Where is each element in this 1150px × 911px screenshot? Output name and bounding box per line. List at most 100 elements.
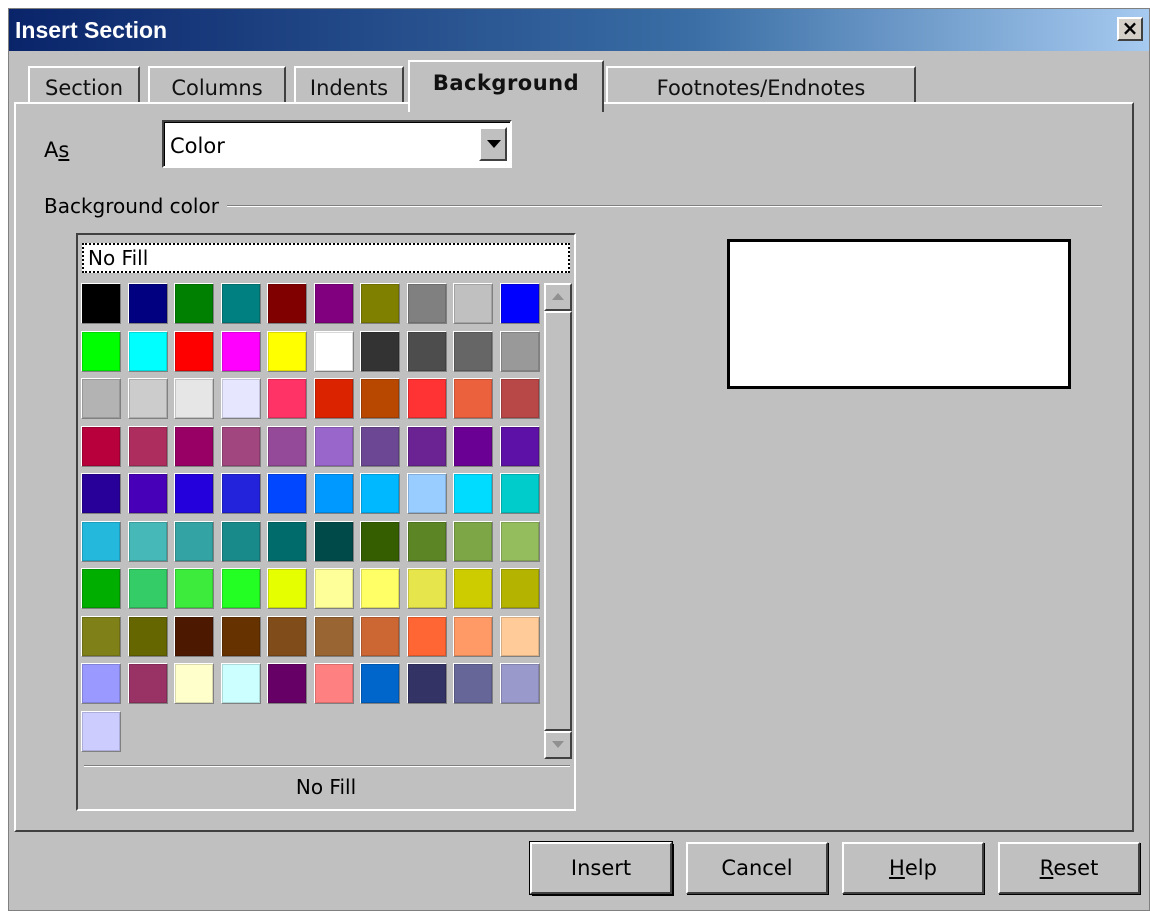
no-fill-option[interactable]: No Fill xyxy=(82,243,570,273)
color-swatch[interactable] xyxy=(497,613,544,661)
color-swatch[interactable] xyxy=(78,613,125,661)
color-swatch[interactable] xyxy=(171,328,218,376)
color-swatch[interactable] xyxy=(264,328,311,376)
color-swatch[interactable] xyxy=(171,375,218,423)
color-swatch[interactable] xyxy=(497,423,544,471)
color-swatch[interactable] xyxy=(264,280,311,328)
color-swatch[interactable] xyxy=(404,423,451,471)
color-swatch[interactable] xyxy=(171,565,218,613)
color-swatch[interactable] xyxy=(125,565,172,613)
color-swatch[interactable] xyxy=(264,660,311,708)
color-swatch[interactable] xyxy=(78,565,125,613)
color-swatch[interactable] xyxy=(404,280,451,328)
color-swatch[interactable] xyxy=(450,423,497,471)
color-swatch[interactable] xyxy=(218,660,265,708)
color-swatch[interactable] xyxy=(450,470,497,518)
color-swatch[interactable] xyxy=(78,423,125,471)
color-swatch[interactable] xyxy=(404,518,451,566)
color-swatch[interactable] xyxy=(450,660,497,708)
color-swatch[interactable] xyxy=(311,423,358,471)
help-button[interactable]: Help xyxy=(842,842,984,894)
color-swatch[interactable] xyxy=(264,565,311,613)
close-icon[interactable]: × xyxy=(1117,17,1143,41)
color-swatch[interactable] xyxy=(311,375,358,423)
color-swatch[interactable] xyxy=(125,660,172,708)
color-swatch[interactable] xyxy=(497,328,544,376)
color-swatch[interactable] xyxy=(125,375,172,423)
color-swatch[interactable] xyxy=(311,613,358,661)
color-swatch[interactable] xyxy=(357,565,404,613)
color-swatch[interactable] xyxy=(404,328,451,376)
color-swatch[interactable] xyxy=(78,375,125,423)
color-swatch[interactable] xyxy=(218,280,265,328)
color-swatch[interactable] xyxy=(125,613,172,661)
color-swatch[interactable] xyxy=(218,565,265,613)
cancel-button[interactable]: Cancel xyxy=(686,842,828,894)
color-swatch[interactable] xyxy=(311,518,358,566)
palette-scrollbar[interactable] xyxy=(544,283,572,759)
color-swatch[interactable] xyxy=(218,613,265,661)
color-swatch[interactable] xyxy=(125,280,172,328)
color-swatch[interactable] xyxy=(171,613,218,661)
color-swatch[interactable] xyxy=(311,328,358,376)
color-swatch[interactable] xyxy=(171,470,218,518)
color-swatch[interactable] xyxy=(264,518,311,566)
insert-button[interactable]: Insert xyxy=(530,842,672,894)
color-swatch[interactable] xyxy=(125,470,172,518)
color-swatch[interactable] xyxy=(357,660,404,708)
color-swatch[interactable] xyxy=(357,423,404,471)
color-swatch[interactable] xyxy=(404,613,451,661)
color-swatch[interactable] xyxy=(404,565,451,613)
reset-button[interactable]: Reset xyxy=(998,842,1140,894)
color-swatch[interactable] xyxy=(78,518,125,566)
color-swatch[interactable] xyxy=(450,280,497,328)
as-select[interactable]: Color xyxy=(162,120,512,168)
color-swatch[interactable] xyxy=(497,280,544,328)
color-swatch[interactable] xyxy=(264,613,311,661)
color-swatch[interactable] xyxy=(125,518,172,566)
color-swatch[interactable] xyxy=(357,375,404,423)
color-swatch[interactable] xyxy=(311,660,358,708)
scroll-up-icon[interactable] xyxy=(544,283,572,311)
color-swatch[interactable] xyxy=(357,613,404,661)
color-swatch[interactable] xyxy=(171,423,218,471)
color-swatch[interactable] xyxy=(357,518,404,566)
color-swatch[interactable] xyxy=(404,660,451,708)
color-swatch[interactable] xyxy=(218,328,265,376)
color-swatch[interactable] xyxy=(218,518,265,566)
color-swatch[interactable] xyxy=(78,708,125,756)
color-swatch[interactable] xyxy=(218,375,265,423)
color-swatch[interactable] xyxy=(78,328,125,376)
color-swatch[interactable] xyxy=(450,518,497,566)
color-swatch[interactable] xyxy=(78,470,125,518)
color-swatch[interactable] xyxy=(264,470,311,518)
color-swatch[interactable] xyxy=(171,280,218,328)
color-swatch[interactable] xyxy=(497,565,544,613)
scroll-thumb[interactable] xyxy=(544,311,572,731)
color-swatch[interactable] xyxy=(497,470,544,518)
color-swatch[interactable] xyxy=(171,518,218,566)
color-swatch[interactable] xyxy=(311,470,358,518)
color-swatch[interactable] xyxy=(497,375,544,423)
color-swatch[interactable] xyxy=(264,423,311,471)
color-swatch[interactable] xyxy=(450,375,497,423)
color-swatch[interactable] xyxy=(450,613,497,661)
color-swatch[interactable] xyxy=(357,470,404,518)
color-swatch[interactable] xyxy=(311,565,358,613)
color-swatch[interactable] xyxy=(264,375,311,423)
color-swatch[interactable] xyxy=(218,423,265,471)
color-swatch[interactable] xyxy=(450,565,497,613)
color-swatch[interactable] xyxy=(497,518,544,566)
color-swatch[interactable] xyxy=(125,423,172,471)
color-swatch[interactable] xyxy=(357,328,404,376)
color-swatch[interactable] xyxy=(497,660,544,708)
color-swatch[interactable] xyxy=(218,470,265,518)
color-swatch[interactable] xyxy=(404,470,451,518)
scroll-down-icon[interactable] xyxy=(544,731,572,759)
color-swatch[interactable] xyxy=(357,280,404,328)
color-swatch[interactable] xyxy=(404,375,451,423)
color-swatch[interactable] xyxy=(311,280,358,328)
color-swatch[interactable] xyxy=(78,280,125,328)
color-swatch[interactable] xyxy=(171,660,218,708)
color-swatch[interactable] xyxy=(78,660,125,708)
